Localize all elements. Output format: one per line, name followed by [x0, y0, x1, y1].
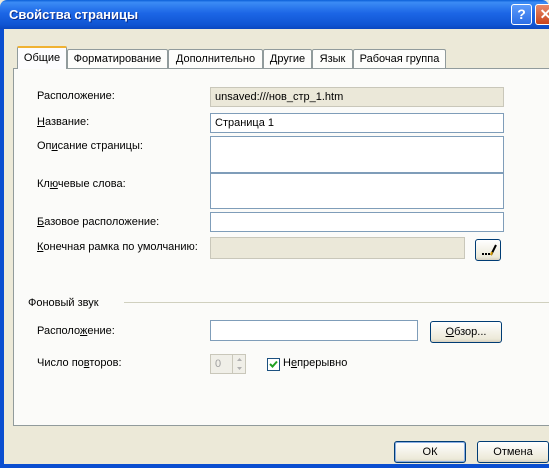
sound-location-input[interactable]	[210, 320, 418, 341]
tab-language[interactable]: Язык	[312, 49, 353, 68]
base-location-label: Базовое расположение:	[37, 216, 160, 228]
help-icon: ?	[517, 6, 526, 22]
tab-label: Другие	[269, 53, 306, 65]
window-frame-bottom	[0, 464, 549, 468]
title-bar[interactable]: Свойства страницы ? ✕	[0, 0, 549, 29]
description-label: Описание страницы:	[37, 140, 143, 152]
spin-down-icon	[237, 367, 242, 370]
spin-down-button	[232, 364, 246, 373]
ok-button[interactable]: ОК	[394, 441, 466, 463]
browse-label: бзор...	[454, 326, 487, 338]
spin-up-icon	[237, 358, 242, 361]
close-button[interactable]: ✕	[535, 4, 549, 25]
window-title: Свойства страницы	[9, 7, 139, 22]
tab-other[interactable]: Другие	[263, 49, 312, 68]
location-label: Расположение:	[37, 90, 115, 102]
checkmark-icon	[269, 360, 278, 368]
sound-location-label: Расположение:	[37, 325, 115, 337]
tab-label: Язык	[319, 53, 346, 65]
tab-label: Дополнительно	[175, 53, 256, 65]
tab-label: Рабочая группа	[359, 53, 440, 65]
group-divider	[124, 302, 549, 303]
loop-count-spinner: 0	[210, 354, 246, 374]
base-location-input[interactable]	[210, 212, 504, 232]
loop-count-value: 0	[215, 358, 222, 370]
loop-forever-checkbox[interactable]	[267, 358, 280, 371]
name-label: Название:	[37, 116, 90, 128]
browse-button[interactable]: Обзор...	[430, 321, 502, 343]
tab-label: Форматирование	[73, 53, 162, 65]
cancel-button[interactable]: Отмена	[477, 441, 549, 463]
background-sound-group-label: Фоновый звук	[28, 297, 99, 309]
page-properties-dialog: Свойства страницы ? ✕ Общие Форматирован…	[0, 0, 549, 468]
location-value: unsaved:///нов_стр_1.htm	[215, 91, 344, 103]
browse-label-accel: О	[445, 326, 455, 338]
tab-general[interactable]: Общие	[17, 46, 67, 69]
keywords-label: Ключевые слова:	[37, 178, 126, 190]
location-field: unsaved:///нов_стр_1.htm	[210, 87, 504, 107]
loop-count-label: Число повторов:	[37, 357, 122, 369]
tab-workgroup[interactable]: Рабочая группа	[353, 49, 446, 68]
pencil-icon	[482, 244, 497, 256]
description-textarea[interactable]	[210, 136, 504, 173]
help-button[interactable]: ?	[511, 4, 532, 25]
close-icon: ✕	[539, 6, 549, 22]
default-target-label: Конечная рамка по умолчанию:	[37, 241, 198, 253]
loop-forever-label[interactable]: Непрерывно	[283, 357, 347, 369]
tab-label: Общие	[23, 52, 61, 64]
default-target-field	[210, 237, 465, 259]
name-value: Страница 1	[215, 117, 275, 129]
keywords-textarea[interactable]	[210, 173, 504, 209]
ok-label: ОК	[422, 446, 438, 458]
tab-formatting[interactable]: Форматирование	[67, 49, 168, 68]
cancel-label: Отмена	[493, 446, 533, 458]
tab-advanced[interactable]: Дополнительно	[168, 49, 263, 68]
name-input[interactable]: Страница 1	[210, 113, 504, 133]
target-frame-picker-button[interactable]	[475, 239, 501, 261]
spin-up-button	[232, 355, 246, 364]
window-frame-left	[0, 29, 4, 468]
